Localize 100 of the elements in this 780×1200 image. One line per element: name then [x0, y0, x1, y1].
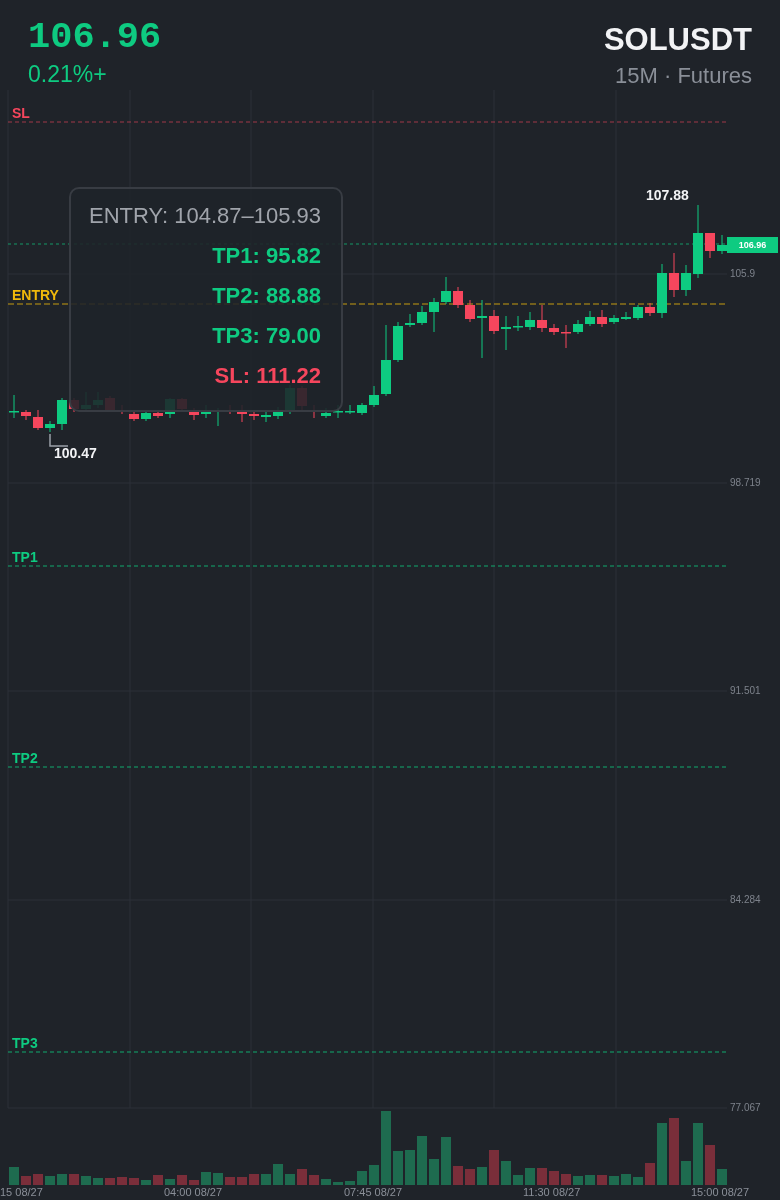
volume-bar	[585, 1175, 595, 1185]
volume-bar	[153, 1175, 163, 1185]
volume-bar	[273, 1164, 283, 1185]
time-axis-label: 15 08/27	[0, 1186, 43, 1199]
candlestick	[489, 309, 499, 335]
volume-bar	[213, 1173, 223, 1185]
candlestick	[345, 404, 355, 415]
candlestick	[669, 252, 679, 298]
price-axis-label: 105.9	[730, 268, 756, 280]
candlestick	[453, 286, 463, 309]
volume-bar	[261, 1174, 271, 1185]
candlestick	[261, 409, 271, 423]
candlestick	[57, 397, 67, 431]
price-axis-label: 77.067	[730, 1102, 761, 1114]
trade-info-line: TP3: 79.00	[212, 323, 321, 349]
last-price: 106.96	[28, 16, 162, 58]
candlestick	[141, 410, 151, 422]
volume-bar	[561, 1174, 571, 1185]
price-change: 0.21%+	[28, 60, 107, 88]
symbol-title: SOLUSDT	[603, 21, 752, 59]
time-axis-label: 11:30 08/27	[523, 1186, 581, 1199]
volume-bar	[717, 1169, 727, 1185]
volume-bar	[513, 1175, 523, 1185]
volume-bar	[321, 1179, 331, 1185]
volume-bar	[357, 1171, 367, 1185]
volume-bar	[657, 1123, 667, 1185]
candlestick	[441, 276, 451, 305]
volume-bar	[285, 1174, 295, 1185]
price-axis-label: 98.719	[730, 477, 761, 489]
volume-bar	[609, 1176, 619, 1185]
volume-bar	[105, 1178, 115, 1185]
volume-bar	[525, 1168, 535, 1185]
volume-bar	[453, 1166, 463, 1185]
low-marker-line	[49, 433, 69, 447]
candlestick	[561, 324, 571, 349]
candlestick	[537, 304, 547, 333]
volume-bar	[165, 1179, 175, 1185]
volume-bar	[57, 1174, 67, 1185]
volume-bar	[549, 1171, 559, 1185]
candlestick	[681, 264, 691, 297]
volume-bar	[705, 1145, 715, 1185]
trade-info-line: SL: 111.22	[214, 363, 321, 389]
volume-bar	[681, 1161, 691, 1185]
candlestick	[645, 302, 655, 317]
candlestick	[9, 394, 19, 419]
candlestick	[597, 309, 607, 328]
level-label: TP3	[12, 1035, 38, 1051]
volume-bar	[9, 1167, 19, 1185]
candlestick	[501, 315, 511, 351]
candlestick	[429, 297, 439, 333]
volume-bar	[117, 1177, 127, 1185]
level-label: TP1	[12, 549, 38, 565]
volume-bar	[249, 1174, 259, 1185]
candlestick	[549, 323, 559, 336]
candlestick	[393, 321, 403, 363]
volume-bar	[669, 1118, 679, 1185]
volume-bar	[81, 1176, 91, 1185]
price-axis-label: 84.284	[730, 894, 761, 906]
volume-bar	[465, 1169, 475, 1185]
candlestick	[573, 319, 583, 335]
candlestick	[21, 409, 31, 421]
volume-bar	[693, 1123, 703, 1185]
candlestick	[405, 313, 415, 328]
trade-info-line: TP2: 88.88	[212, 283, 321, 309]
volume-bar	[177, 1175, 187, 1185]
volume-bar	[621, 1174, 631, 1185]
low-price-label: 100.47	[54, 445, 97, 461]
candlestick	[33, 409, 43, 431]
volume-bar	[201, 1172, 211, 1185]
trade-info-line: ENTRY: 104.87–105.93	[89, 203, 321, 229]
price-axis-label: 91.501	[730, 685, 761, 697]
candlestick	[705, 232, 715, 259]
candlestick	[621, 311, 631, 321]
candlestick	[585, 310, 595, 327]
candlestick	[609, 314, 619, 325]
volume-bar	[225, 1177, 235, 1185]
candlestick	[525, 311, 535, 331]
volume-bar	[645, 1163, 655, 1185]
candlestick	[45, 420, 55, 433]
volume-bar	[21, 1176, 31, 1185]
volume-bar	[189, 1180, 199, 1185]
volume-bar	[69, 1174, 79, 1185]
trade-info-line: TP1: 95.82	[212, 243, 321, 269]
timeframe-label: 15M · Futures	[615, 62, 752, 90]
volume-bar	[45, 1176, 55, 1185]
candlestick	[369, 385, 379, 408]
level-label: TP2	[12, 750, 38, 766]
volume-bar	[417, 1136, 427, 1185]
volume-bar	[33, 1174, 43, 1185]
volume-bar	[429, 1159, 439, 1185]
volume-bar	[393, 1151, 403, 1185]
candlestick	[129, 409, 139, 422]
volume-bar	[297, 1169, 307, 1185]
volume-bar	[537, 1168, 547, 1185]
current-price-tag: 106.96	[727, 237, 778, 253]
volume-bar	[237, 1177, 247, 1185]
time-axis-label: 04:00 08/27	[164, 1186, 223, 1199]
volume-bar	[345, 1181, 355, 1185]
volume-bar	[141, 1180, 151, 1185]
level-label: ENTRY	[12, 287, 59, 303]
